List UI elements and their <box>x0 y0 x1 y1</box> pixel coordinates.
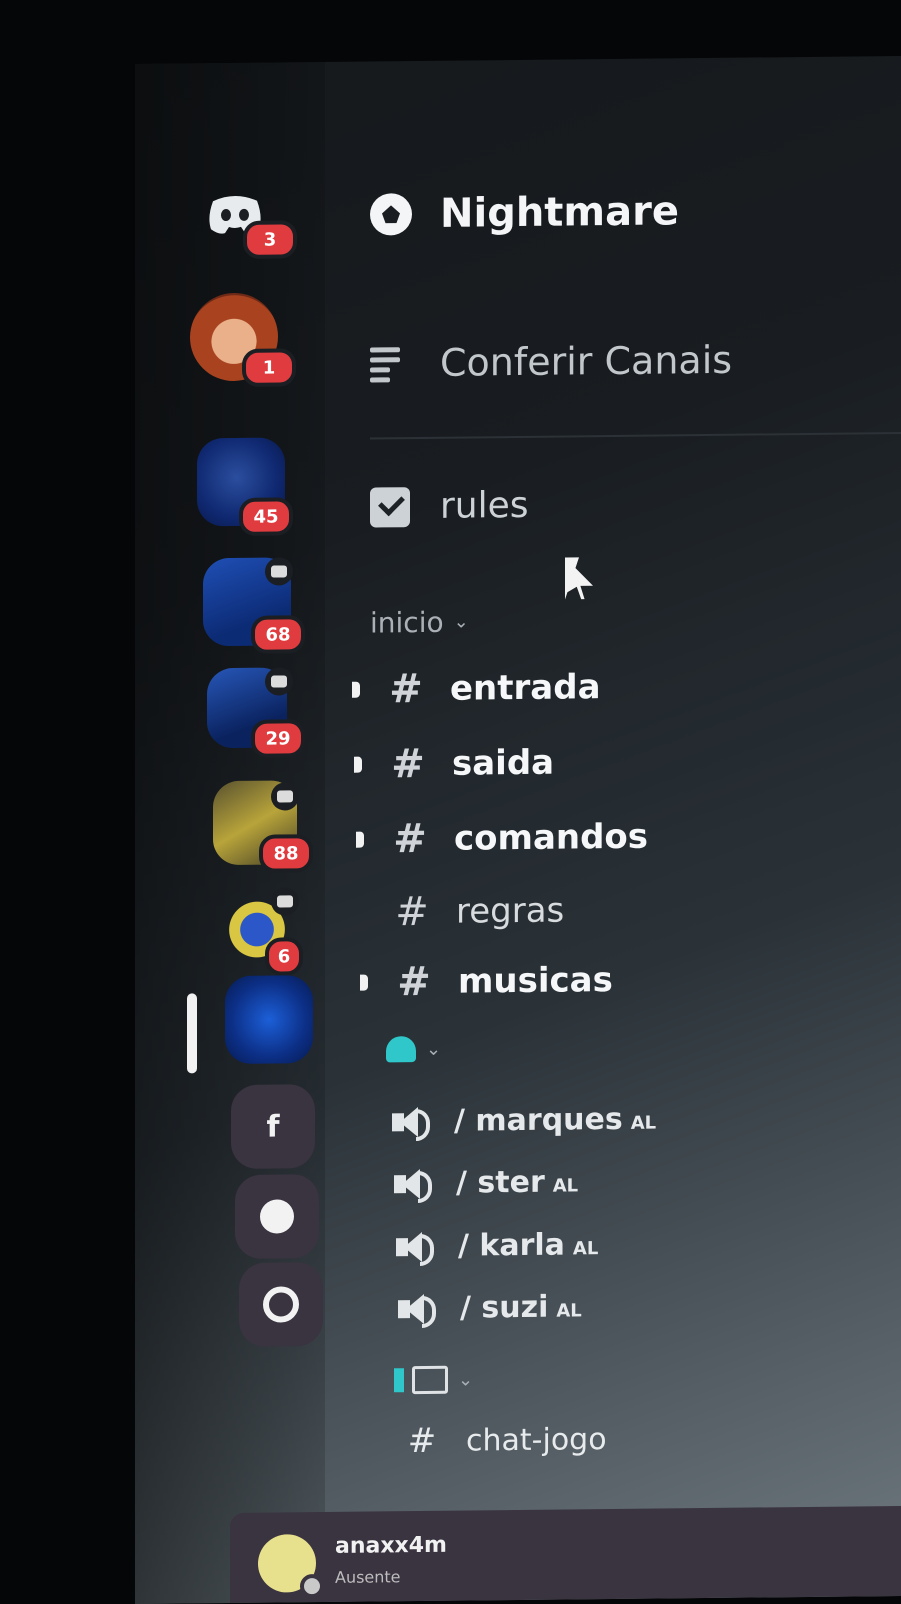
chevron-down-icon: ⌄ <box>426 1038 442 1060</box>
unread-indicator <box>352 681 360 698</box>
rules-channel-icon <box>370 486 410 528</box>
username: anaxx4m <box>335 1532 447 1559</box>
rules-label: rules <box>440 484 529 527</box>
category-emoji-icon <box>386 1036 416 1063</box>
server-icon-blue-game[interactable]: 29 <box>207 667 305 758</box>
ring-icon <box>263 1286 299 1323</box>
selected-server-indicator <box>187 993 197 1074</box>
compass-icon <box>260 1199 294 1234</box>
channel-chat-jogo[interactable]: # chat-jogo <box>396 1419 607 1461</box>
channel-name: entrada <box>450 667 601 709</box>
notification-badge: 45 <box>239 497 293 536</box>
channel-name: musicas <box>458 960 613 1002</box>
channel-name: chat-jogo <box>466 1421 607 1459</box>
rules-channel[interactable]: rules <box>370 485 529 528</box>
channel-name: comandos <box>454 816 649 859</box>
unread-indicator <box>360 974 368 991</box>
server-avatar-image <box>225 975 313 1065</box>
channel-entrada[interactable]: # entrada <box>352 664 601 713</box>
text-channel-icon: # <box>389 665 423 713</box>
folder-letter: f <box>266 1108 280 1145</box>
category-label: inicio <box>370 605 444 640</box>
server-settings-icon <box>370 193 412 236</box>
speaker-icon <box>390 1104 430 1141</box>
server-icon-yellow-art[interactable]: 88 <box>213 780 313 873</box>
category-inicio[interactable]: inicio ⌄ <box>370 606 469 640</box>
voice-activity-icon <box>265 667 293 696</box>
voice-activity-icon <box>271 887 299 916</box>
speaker-icon <box>394 1229 434 1266</box>
server-header[interactable]: Nightmare <box>370 188 679 237</box>
server-icon-blue-character[interactable]: 68 <box>203 557 305 654</box>
voice-activity-icon <box>271 782 299 811</box>
voice-channel-suzi[interactable]: / suzi AL <box>396 1289 582 1328</box>
server-name: Nightmare <box>440 188 679 237</box>
speaker-icon <box>396 1291 436 1328</box>
mouse-cursor <box>565 557 579 600</box>
voice-channel-name: / suzi AL <box>460 1289 582 1326</box>
browse-channels-label: Conferir Canais <box>440 337 733 385</box>
server-icon-nightmare[interactable] <box>225 975 313 1065</box>
voice-channel-karla[interactable]: / karla AL <box>394 1227 599 1266</box>
voice-channel-ster[interactable]: / ster AL <box>392 1164 579 1203</box>
notification-badge: 68 <box>251 615 305 654</box>
chevron-down-icon: ⌄ <box>458 1368 474 1391</box>
notification-badge: 29 <box>251 719 305 758</box>
text-channel-icon: # <box>391 740 425 788</box>
user-status: Ausente <box>335 1567 401 1587</box>
notification-badge: 88 <box>259 834 313 873</box>
unread-indicator <box>356 831 364 848</box>
browse-channels-item[interactable]: Conferir Canais <box>370 338 732 386</box>
server-icon-blue-art[interactable]: 45 <box>197 437 293 536</box>
server-folder-f[interactable]: f <box>231 1084 315 1170</box>
speaker-icon <box>392 1166 432 1203</box>
server-rail: 3 1 45 68 29 88 6 f <box>135 62 325 1604</box>
voice-activity-icon <box>265 557 293 586</box>
server-folder-ring[interactable] <box>239 1262 323 1347</box>
discord-window: 3 1 45 68 29 88 6 f Nightmare Conferir C… <box>135 55 901 1604</box>
channel-sidebar: Nightmare Conferir Canais rules inicio ⌄… <box>352 56 901 1602</box>
voice-channel-name: / marques AL <box>454 1101 657 1139</box>
chevron-down-icon: ⌄ <box>453 611 469 633</box>
unread-indicator <box>354 756 362 773</box>
user-panel: anaxx4m Ausente <box>230 1505 901 1604</box>
text-channel-icon: # <box>395 888 429 936</box>
voice-channel-name: / ster AL <box>456 1164 579 1201</box>
notification-badge: 3 <box>243 220 297 259</box>
voice-channel-marques[interactable]: / marques AL <box>390 1101 657 1141</box>
channel-musicas[interactable]: # musicas <box>360 957 613 1006</box>
browse-channels-icon <box>370 343 410 383</box>
channel-regras[interactable]: # regras <box>386 888 564 936</box>
channel-name: saida <box>452 742 555 784</box>
notification-badge: 6 <box>265 937 303 976</box>
server-icon-yellow-blue[interactable]: 6 <box>221 887 303 976</box>
status-indicator-icon <box>300 1574 324 1599</box>
text-channel-icon: # <box>397 958 431 1006</box>
section-divider <box>370 431 901 440</box>
channel-saida[interactable]: # saida <box>354 740 555 788</box>
category-games[interactable]: ⌄ <box>394 1365 474 1395</box>
category-voice[interactable]: ⌄ <box>386 1036 441 1063</box>
server-folder-compass[interactable] <box>235 1174 319 1259</box>
voice-channel-name: / karla AL <box>458 1227 599 1264</box>
notification-badge: 1 <box>242 348 296 387</box>
category-bar-icon <box>394 1368 404 1393</box>
channel-name: regras <box>456 890 565 932</box>
text-channel-icon: # <box>407 1420 437 1462</box>
channel-comandos[interactable]: # comandos <box>356 814 649 863</box>
server-icon-avatar-girl[interactable]: 1 <box>190 292 296 387</box>
discord-home-icon[interactable]: 3 <box>205 191 297 259</box>
text-channel-icon: # <box>393 815 427 863</box>
monitor-icon <box>412 1365 448 1395</box>
